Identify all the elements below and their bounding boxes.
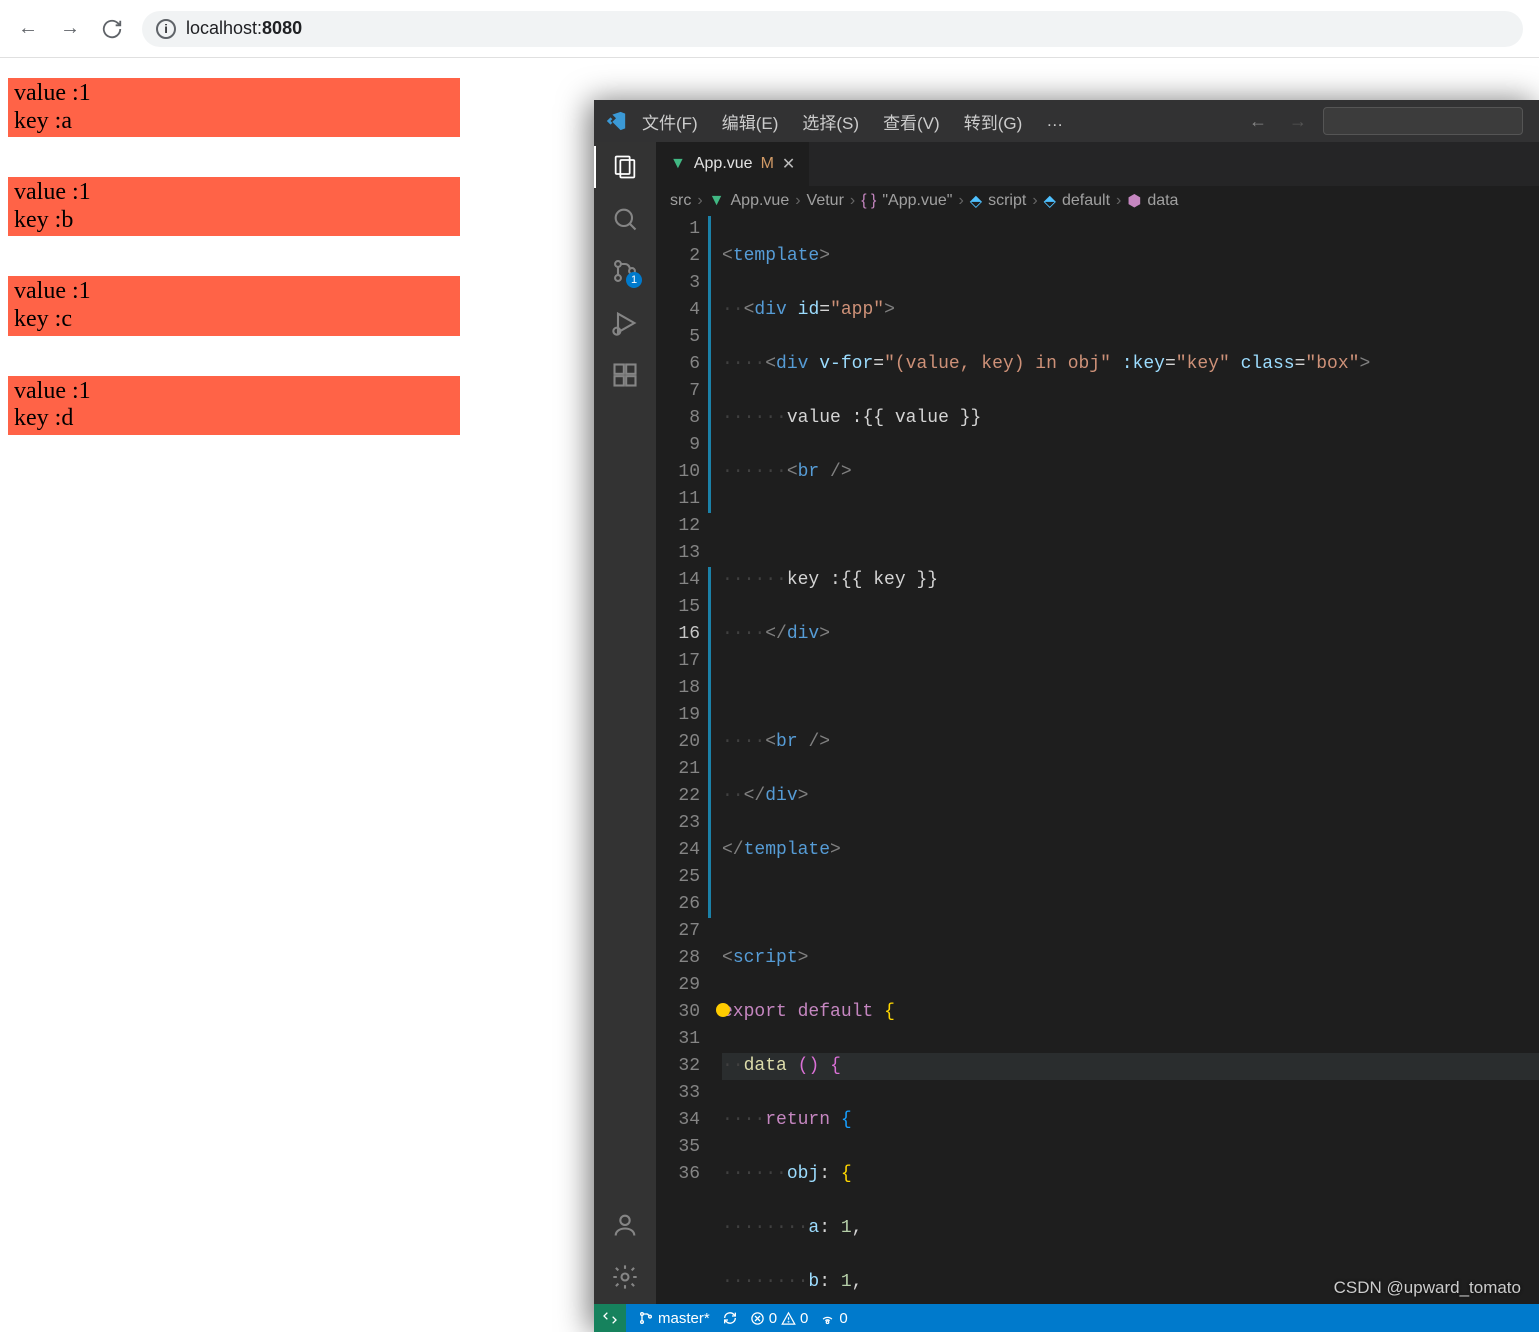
- close-icon[interactable]: ✕: [782, 154, 795, 174]
- vscode-logo-icon: [604, 109, 628, 133]
- menu-selection[interactable]: 选择(S): [792, 105, 869, 138]
- breadcrumb-item[interactable]: src: [670, 192, 691, 210]
- explorer-icon[interactable]: [610, 152, 640, 182]
- breadcrumb-item[interactable]: data: [1147, 192, 1178, 210]
- command-search-input[interactable]: [1323, 107, 1523, 135]
- menu-more[interactable]: …: [1036, 107, 1073, 135]
- breadcrumb-item[interactable]: Vetur: [807, 192, 844, 210]
- modified-indicator: M: [761, 155, 774, 173]
- settings-icon[interactable]: [610, 1262, 640, 1292]
- extensions-icon[interactable]: [610, 360, 640, 390]
- browser-toolbar: ← → i localhost:8080: [0, 0, 1539, 58]
- breadcrumb-item[interactable]: "App.vue": [882, 192, 952, 210]
- breadcrumb[interactable]: src › ▼ App.vue › Vetur › { } "App.vue" …: [656, 186, 1539, 216]
- menu-file[interactable]: 文件(F): [632, 105, 708, 138]
- output-box: value :1 key :c: [8, 276, 460, 335]
- search-icon[interactable]: [610, 204, 640, 234]
- activity-bar: 1: [594, 142, 656, 1304]
- info-icon: i: [156, 19, 176, 39]
- output-box: value :1 key :b: [8, 177, 460, 236]
- scm-badge: 1: [626, 272, 642, 288]
- reload-button[interactable]: [100, 17, 124, 41]
- port-indicator[interactable]: 0: [820, 1310, 847, 1327]
- vue-file-icon: ▼: [709, 192, 725, 210]
- breadcrumb-item[interactable]: App.vue: [731, 192, 790, 210]
- vscode-window: 文件(F) 编辑(E) 选择(S) 查看(V) 转到(G) … ← → 1: [594, 100, 1539, 1332]
- breadcrumb-item[interactable]: default: [1062, 192, 1110, 210]
- forward-button[interactable]: →: [58, 17, 82, 41]
- lightbulb-icon[interactable]: [716, 1003, 730, 1017]
- title-bar: 文件(F) 编辑(E) 选择(S) 查看(V) 转到(G) … ← →: [594, 100, 1539, 142]
- run-debug-icon[interactable]: [610, 308, 640, 338]
- sync-button[interactable]: [722, 1310, 738, 1326]
- breadcrumb-item[interactable]: script: [988, 192, 1026, 210]
- git-branch[interactable]: master*: [638, 1310, 710, 1327]
- url-host: localhost:8080: [186, 18, 302, 39]
- status-bar: master* 0 0 0: [594, 1304, 1539, 1332]
- account-icon[interactable]: [610, 1210, 640, 1240]
- menu-edit[interactable]: 编辑(E): [712, 105, 789, 138]
- code-editor[interactable]: 1234 5678 9101112 13141516 17181920 2122…: [656, 216, 1539, 1304]
- code-content[interactable]: <template> ··<div id="app"> ····<div v-f…: [712, 216, 1539, 1304]
- remote-indicator[interactable]: [594, 1304, 626, 1332]
- tab-app-vue[interactable]: ▼ App.vue M ✕: [656, 142, 810, 186]
- output-box: value :1 key :d: [8, 376, 460, 435]
- problems-indicator[interactable]: 0 0: [750, 1310, 809, 1327]
- rendered-page: value :1 key :a value :1 key :b value :1…: [0, 58, 600, 475]
- back-button[interactable]: ←: [16, 17, 40, 41]
- source-control-icon[interactable]: 1: [610, 256, 640, 286]
- output-box: value :1 key :a: [8, 78, 460, 137]
- editor-tabs: ▼ App.vue M ✕: [656, 142, 1539, 186]
- menu-view[interactable]: 查看(V): [873, 105, 950, 138]
- tab-label: App.vue: [694, 155, 753, 173]
- menu-go[interactable]: 转到(G): [954, 105, 1033, 138]
- nav-forward-icon[interactable]: →: [1283, 109, 1313, 134]
- line-numbers: 1234 5678 9101112 13141516 17181920 2122…: [656, 216, 706, 1304]
- watermark-text: CSDN @upward_tomato: [1334, 1278, 1521, 1298]
- nav-back-icon[interactable]: ←: [1243, 109, 1273, 134]
- vue-file-icon: ▼: [670, 155, 686, 173]
- address-bar[interactable]: i localhost:8080: [142, 11, 1523, 47]
